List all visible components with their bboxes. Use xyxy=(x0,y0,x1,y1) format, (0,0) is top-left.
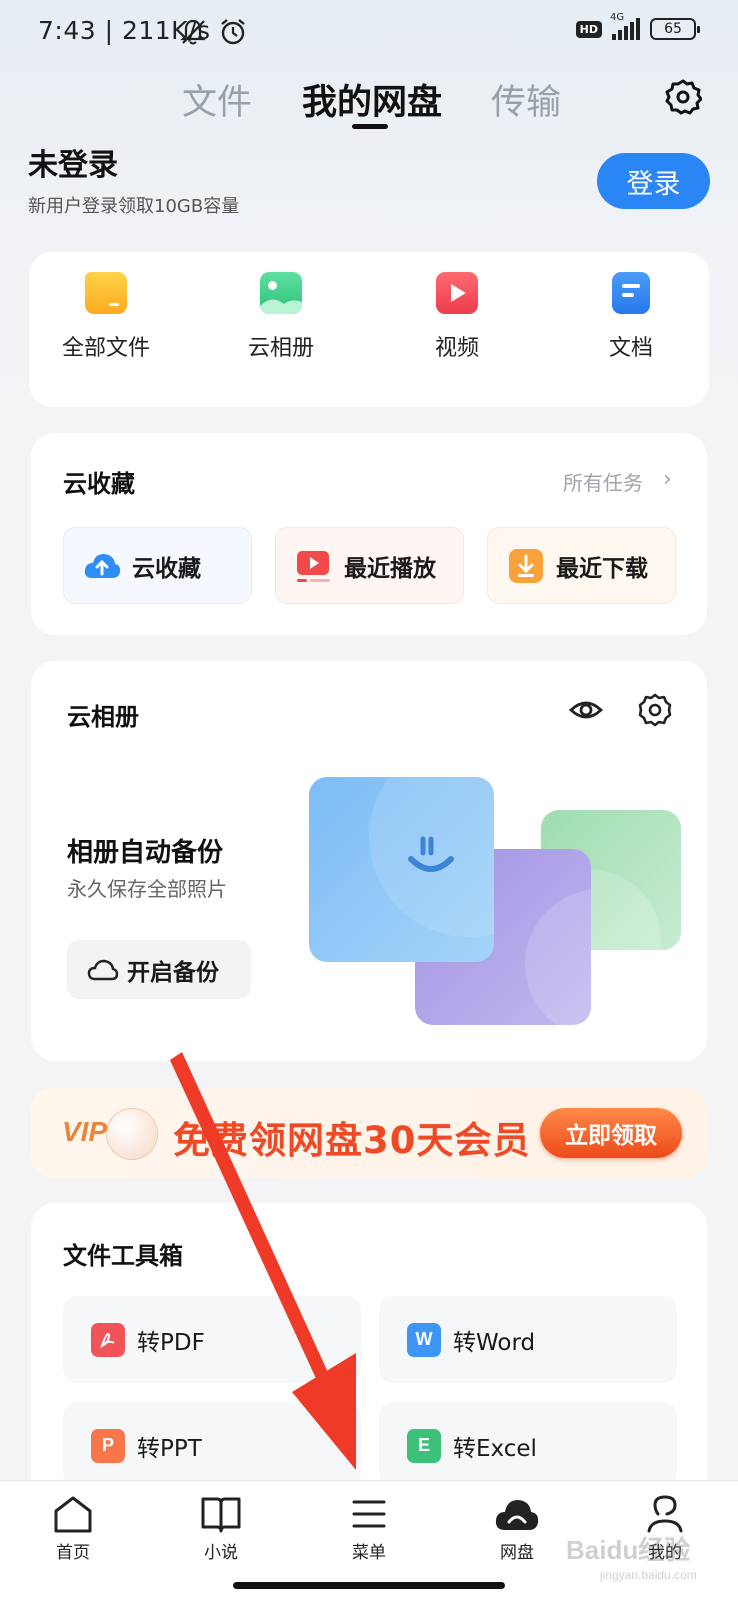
convert-to-excel-label: 转Excel xyxy=(453,1435,537,1462)
album-backup-title: 相册自动备份 xyxy=(67,838,224,868)
cloud-album-title: 云相册 xyxy=(67,703,139,731)
tab-files[interactable]: 文件 xyxy=(182,74,252,125)
login-promo-text: 新用户登录领取10GB容量 xyxy=(28,196,240,217)
book-icon xyxy=(199,1494,243,1534)
menu-icon xyxy=(347,1494,391,1534)
ppt-icon: P xyxy=(91,1428,125,1463)
nav-menu-label: 菜单 xyxy=(352,1543,386,1563)
convert-to-ppt-button[interactable]: P 转PPT xyxy=(63,1402,361,1489)
cloud-favorites-button[interactable]: 云收藏 xyxy=(63,527,252,604)
pdf-icon xyxy=(91,1322,125,1357)
folder-icon xyxy=(85,272,127,314)
convert-to-pdf-button[interactable]: 转PDF xyxy=(63,1296,361,1383)
nav-cloud-drive-label: 网盘 xyxy=(500,1543,534,1563)
all-tasks-link[interactable]: 所有任务 xyxy=(563,467,643,496)
excel-icon: E xyxy=(407,1428,441,1463)
baidu-watermark-url: jingyan.baidu.com xyxy=(600,1568,697,1582)
file-toolbox-title: 文件工具箱 xyxy=(63,1242,183,1270)
battery-icon: 65 xyxy=(650,18,700,40)
baidu-watermark: Baidu经验 xyxy=(566,1535,691,1565)
enable-backup-button[interactable]: 开启备份 xyxy=(67,940,251,999)
login-status-title: 未登录 xyxy=(28,148,118,183)
recent-play-button[interactable]: 最近播放 xyxy=(275,527,464,604)
category-label: 云相册 xyxy=(247,336,314,361)
nav-home-label: 首页 xyxy=(56,1543,90,1563)
video-icon xyxy=(436,272,478,314)
recent-play-label: 最近播放 xyxy=(344,555,436,582)
profile-icon xyxy=(643,1494,687,1534)
cloud-outline-icon xyxy=(87,958,119,982)
signal-icon: 4G xyxy=(610,12,640,40)
convert-to-word-label: 转Word xyxy=(453,1329,536,1356)
home-indicator-bar[interactable] xyxy=(233,1582,505,1589)
category-all-files[interactable]: 全部文件 xyxy=(41,272,171,362)
nav-novel-label: 小说 xyxy=(204,1543,238,1563)
recent-download-label: 最近下载 xyxy=(556,555,648,582)
enable-backup-label: 开启备份 xyxy=(127,959,219,986)
cloud-favorites-title: 云收藏 xyxy=(63,470,135,498)
cloud-drive-icon xyxy=(493,1494,541,1534)
nav-novel[interactable]: 小说 xyxy=(171,1494,271,1563)
network-label: 4G xyxy=(610,12,625,23)
vip-badge-text: VIP xyxy=(62,1116,108,1147)
alarm-icon xyxy=(218,17,248,47)
word-icon: W xyxy=(407,1322,441,1357)
category-video[interactable]: 视频 xyxy=(392,272,522,362)
eye-icon[interactable] xyxy=(568,692,604,728)
download-icon xyxy=(506,546,546,586)
login-button[interactable]: 登录 xyxy=(597,153,710,209)
album-backup-subtitle: 永久保存全部照片 xyxy=(67,877,227,901)
recent-play-icon xyxy=(294,546,334,586)
home-icon xyxy=(51,1494,95,1534)
convert-to-ppt-label: 转PPT xyxy=(137,1435,202,1462)
tab-active-indicator xyxy=(352,124,388,129)
category-cloud-album[interactable]: 云相册 xyxy=(216,272,346,362)
document-icon xyxy=(612,272,650,314)
tab-my-drive[interactable]: 我的网盘 xyxy=(302,74,442,125)
convert-to-pdf-label: 转PDF xyxy=(137,1329,205,1356)
settings-gear-icon[interactable] xyxy=(664,78,703,116)
tab-transfer[interactable]: 传输 xyxy=(491,74,561,125)
cloud-upload-icon xyxy=(82,546,122,586)
status-indicators: HD 4G 65 xyxy=(575,12,700,40)
album-illustration-blue-tile xyxy=(309,777,494,962)
category-label: 视频 xyxy=(434,336,479,361)
mute-icon xyxy=(178,17,208,47)
category-documents[interactable]: 文档 xyxy=(566,272,696,362)
convert-to-excel-button[interactable]: E 转Excel xyxy=(379,1402,677,1489)
vip-promo-text: 免费领网盘30天会员 xyxy=(173,1119,531,1162)
convert-to-word-button[interactable]: W 转Word xyxy=(379,1296,677,1383)
hd-badge: HD xyxy=(575,20,602,38)
category-label: 全部文件 xyxy=(61,336,150,361)
category-label: 文档 xyxy=(608,336,653,361)
chevron-right-icon[interactable]: › xyxy=(663,467,672,492)
photo-album-icon xyxy=(260,272,302,314)
nav-cloud-drive[interactable]: 网盘 xyxy=(467,1494,567,1563)
cloud-favorites-label: 云收藏 xyxy=(132,555,201,582)
nav-home[interactable]: 首页 xyxy=(23,1494,123,1563)
album-settings-gear-icon[interactable] xyxy=(637,692,673,728)
nav-menu[interactable]: 菜单 xyxy=(319,1494,419,1563)
recent-download-button[interactable]: 最近下载 xyxy=(487,527,676,604)
vip-badge-icon: VIP xyxy=(58,1104,163,1164)
claim-now-button[interactable]: 立即领取 xyxy=(540,1108,682,1158)
